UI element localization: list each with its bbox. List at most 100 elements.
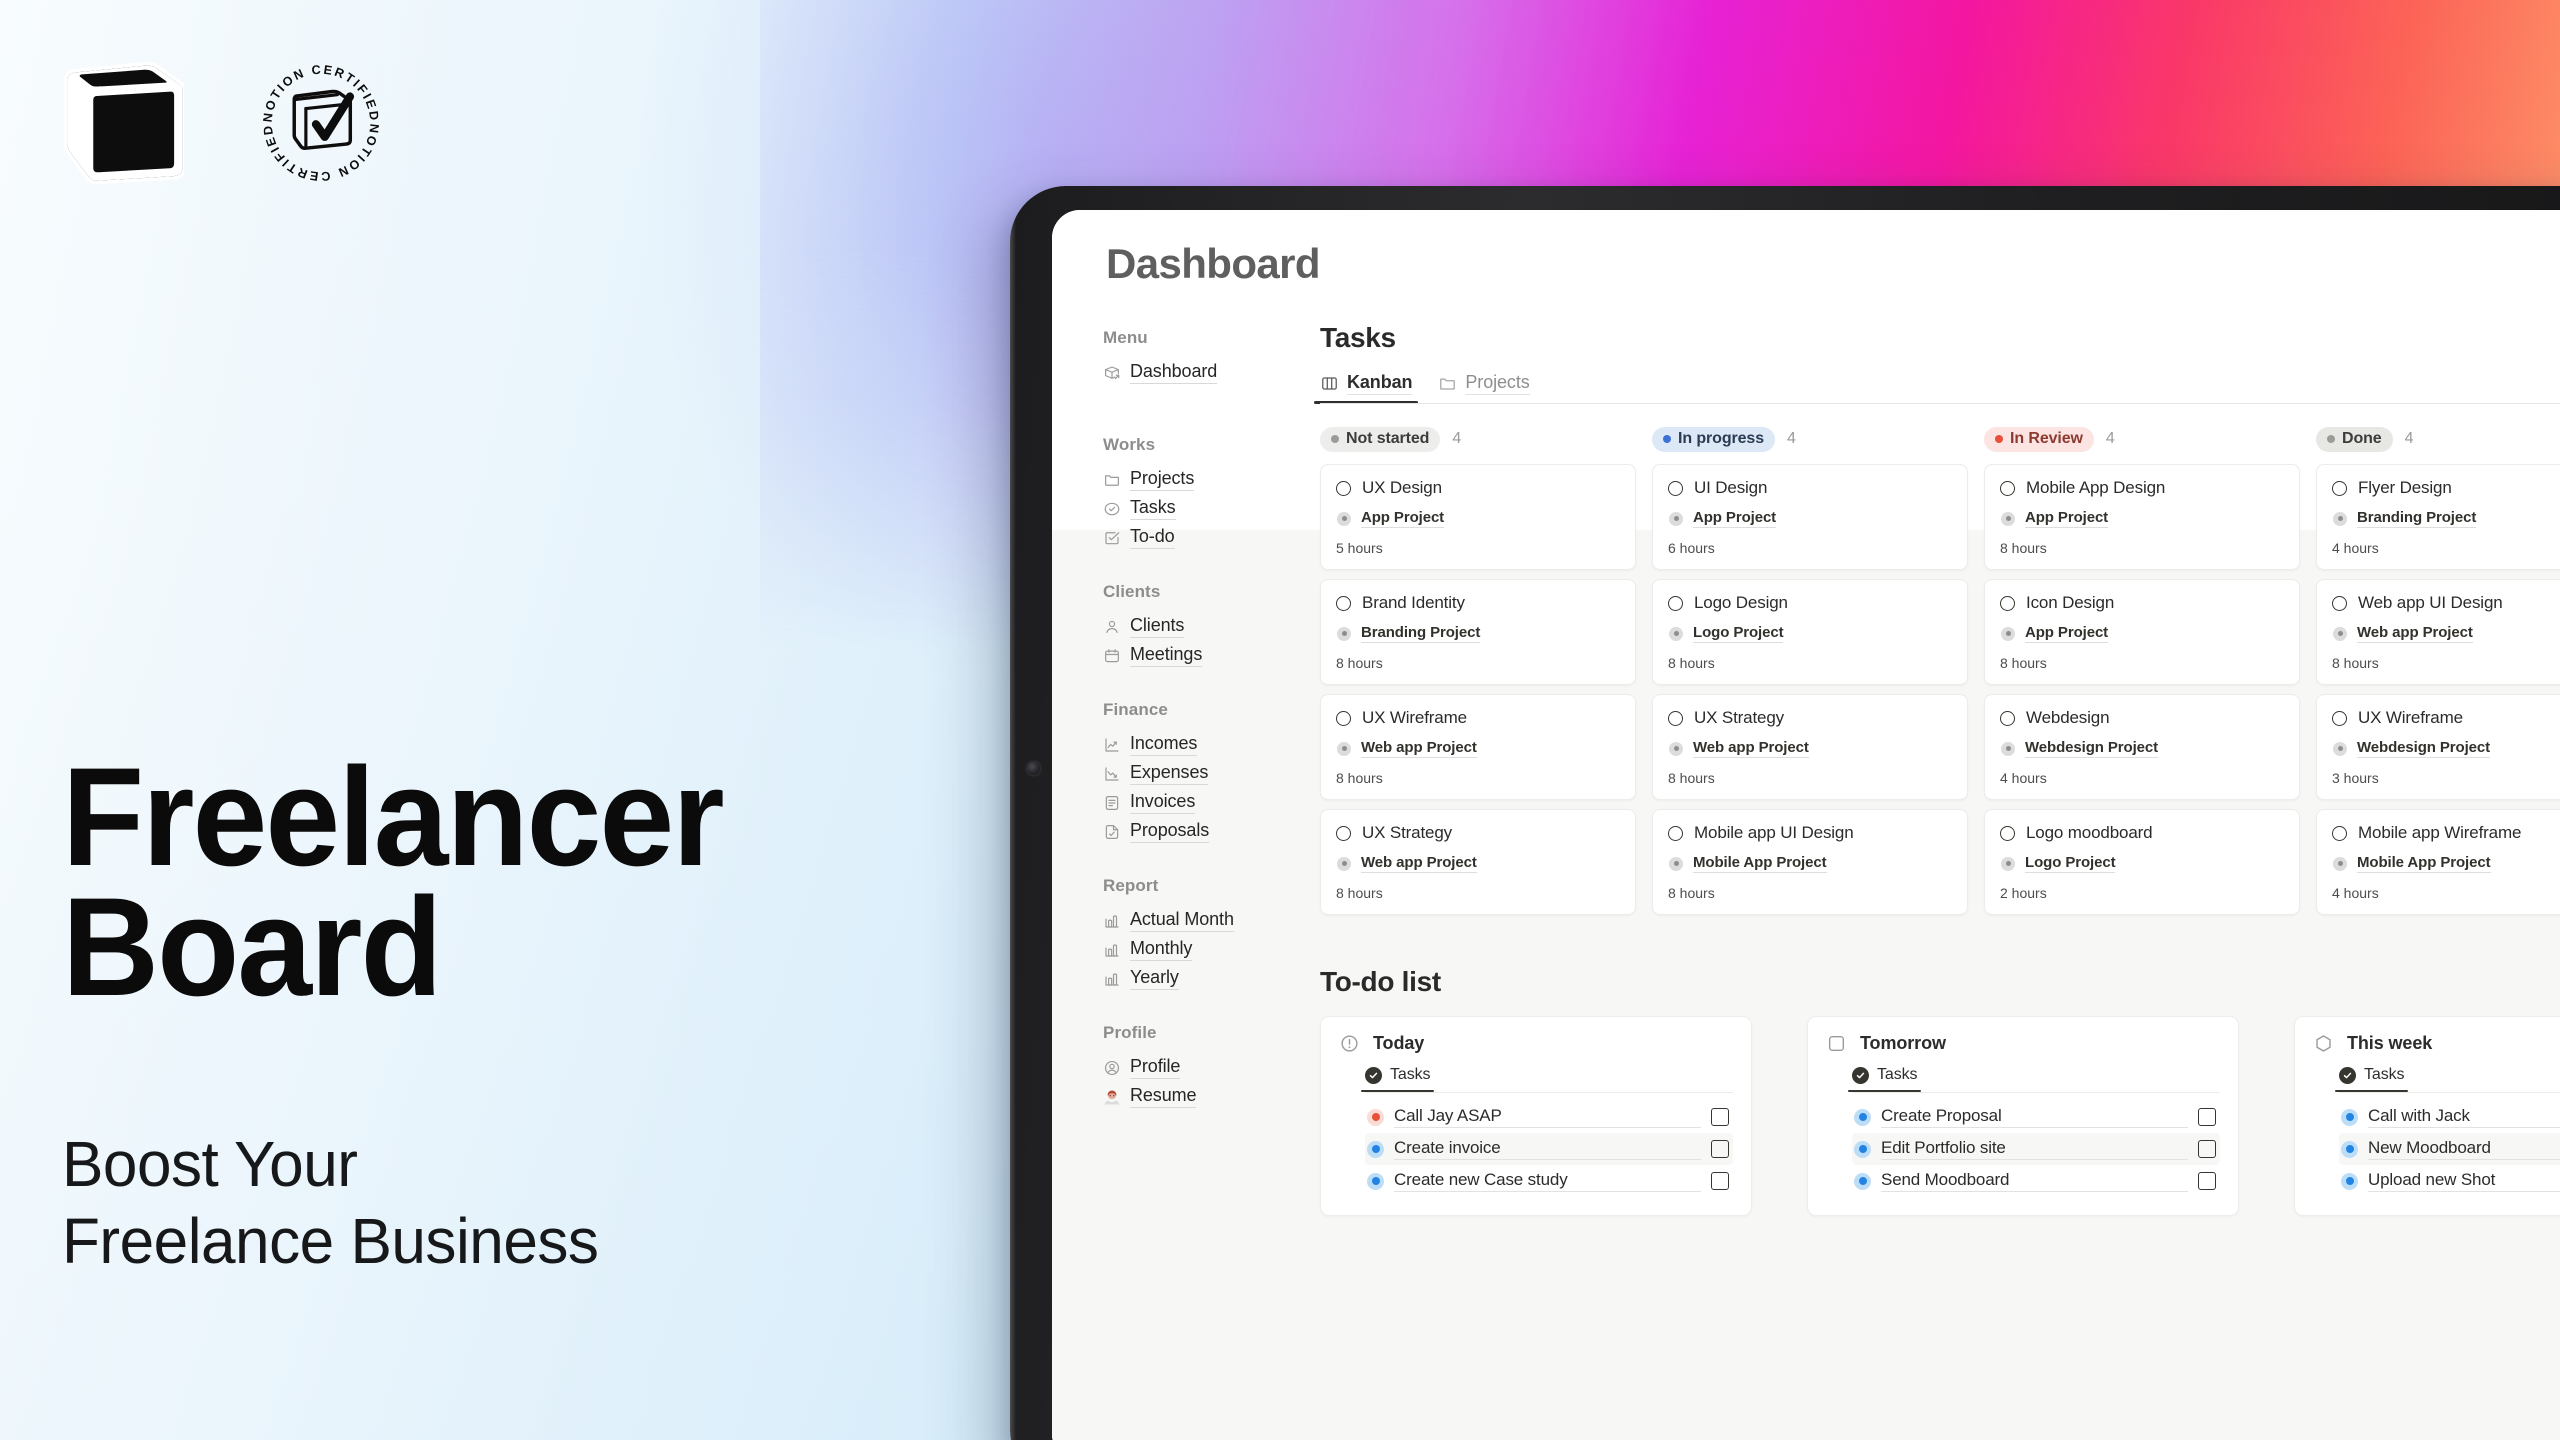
kanban-card-title: Flyer Design xyxy=(2358,478,2452,497)
task-status-circle-icon[interactable] xyxy=(2000,595,2015,611)
todo-item[interactable]: Upload new Shot xyxy=(2339,1165,2560,1197)
todo-item-checkbox[interactable] xyxy=(2198,1140,2216,1158)
kanban-card[interactable]: UI Design App Project 6 hours xyxy=(1652,464,1968,570)
kanban-card-project[interactable]: App Project xyxy=(2025,624,2108,643)
kanban-card[interactable]: UX Strategy Web app Project 8 hours xyxy=(1652,694,1968,800)
todo-item-checkbox[interactable] xyxy=(2198,1172,2216,1190)
sidebar-item-expenses[interactable]: Expenses xyxy=(1092,759,1300,788)
tab-kanban[interactable]: Kanban xyxy=(1313,372,1419,404)
sidebar-item-proposals[interactable]: Proposals xyxy=(1092,817,1300,846)
status-badge[interactable]: In progress xyxy=(1652,426,1776,452)
sidebar-item-actual-month[interactable]: Actual Month xyxy=(1092,906,1300,935)
sidebar-item-incomes[interactable]: Incomes xyxy=(1092,730,1300,759)
todo-item[interactable]: Edit Portfolio site xyxy=(1852,1133,2220,1165)
kanban-card-project[interactable]: Web app Project xyxy=(1361,854,1477,873)
sidebar-item-to-do[interactable]: To-do xyxy=(1092,523,1300,552)
task-status-circle-icon[interactable] xyxy=(2000,480,2015,496)
kanban-card-project[interactable]: App Project xyxy=(1693,509,1776,528)
kanban-card[interactable]: Logo moodboard Logo Project 2 hours xyxy=(1984,809,2300,915)
todo-item[interactable]: Create Proposal xyxy=(1852,1101,2220,1133)
sidebar-item-profile[interactable]: Profile xyxy=(1092,1053,1300,1082)
kanban-card[interactable]: Webdesign Webdesign Project 4 hours xyxy=(1984,694,2300,800)
kanban-card[interactable]: Web app UI Design Web app Project 8 hours xyxy=(2316,579,2560,685)
task-status-circle-icon[interactable] xyxy=(1336,710,1351,726)
project-dot-icon xyxy=(2333,511,2347,526)
kanban-card[interactable]: UX Strategy Web app Project 8 hours xyxy=(1320,809,1636,915)
kanban-card[interactable]: Mobile app UI Design Mobile App Project 8 … xyxy=(1652,809,1968,915)
task-status-circle-icon[interactable] xyxy=(2332,825,2347,841)
kanban-card-title: Logo moodboard xyxy=(2026,823,2153,842)
task-status-circle-icon[interactable] xyxy=(2000,825,2015,841)
todo-item[interactable]: Create invoice xyxy=(1365,1133,1733,1165)
tab-tasks[interactable]: Tasks xyxy=(1360,1066,1435,1092)
sidebar-group-clients: Clients Clients Meetings xyxy=(1092,582,1300,670)
tab-projects[interactable]: Projects xyxy=(1438,372,1530,404)
task-status-circle-icon[interactable] xyxy=(1668,710,1683,726)
todo-item[interactable]: Call with Jack xyxy=(2339,1101,2560,1133)
kanban-card-project[interactable]: Web app Project xyxy=(2357,624,2473,643)
kanban-card-hours: 8 hours xyxy=(1668,655,1715,671)
sidebar-item-clients[interactable]: Clients xyxy=(1092,612,1300,641)
kanban-card-project[interactable]: App Project xyxy=(1361,509,1444,528)
task-status-circle-icon[interactable] xyxy=(1336,825,1351,841)
kanban-card-project[interactable]: Web app Project xyxy=(1693,739,1809,758)
todo-item-checkbox[interactable] xyxy=(2198,1108,2216,1126)
task-status-circle-icon[interactable] xyxy=(1336,480,1351,496)
kanban-card[interactable]: Brand Identity Branding Project 8 hours xyxy=(1320,579,1636,685)
kanban-card-project[interactable]: Web app Project xyxy=(1361,739,1477,758)
sidebar-item-tasks[interactable]: Tasks xyxy=(1092,494,1300,523)
todo-item-checkbox[interactable] xyxy=(1711,1140,1729,1158)
sidebar-item-meetings[interactable]: Meetings xyxy=(1092,641,1300,670)
project-dot-icon xyxy=(1337,741,1351,756)
todo-item-label: Create invoice xyxy=(1394,1138,1701,1160)
task-status-circle-icon[interactable] xyxy=(2332,710,2347,726)
sidebar-item-resume[interactable]: Resume xyxy=(1092,1082,1300,1111)
kanban-card[interactable]: Logo Design Logo Project 8 hours xyxy=(1652,579,1968,685)
tab-tasks[interactable]: Tasks xyxy=(2334,1066,2409,1092)
sidebar-item-label: Proposals xyxy=(1130,820,1209,843)
todo-item[interactable]: Send Moodboard xyxy=(1852,1165,2220,1197)
task-status-circle-icon[interactable] xyxy=(1668,825,1683,841)
task-status-circle-icon[interactable] xyxy=(1668,595,1683,611)
task-status-circle-icon[interactable] xyxy=(2332,595,2347,611)
kanban-card-hours: 8 hours xyxy=(1336,885,1383,901)
todo-item[interactable]: Create new Case study xyxy=(1365,1165,1733,1197)
sidebar-item-projects[interactable]: Projects xyxy=(1092,465,1300,494)
tab-tasks[interactable]: Tasks xyxy=(1847,1066,1922,1092)
kanban-card-project-row: App Project xyxy=(1668,509,1952,528)
kanban-card[interactable]: Mobile App Design App Project 8 hours xyxy=(1984,464,2300,570)
sidebar-item-dashboard[interactable]: Dashboard xyxy=(1092,358,1300,387)
kanban-card[interactable]: Mobile app Wireframe Mobile App Project 4 … xyxy=(2316,809,2560,915)
task-status-circle-icon[interactable] xyxy=(2000,710,2015,726)
todo-item-checkbox[interactable] xyxy=(1711,1172,1729,1190)
sidebar-item-invoices[interactable]: Invoices xyxy=(1092,788,1300,817)
kanban-card-project[interactable]: Logo Project xyxy=(1693,624,1784,643)
kanban-card[interactable]: Icon Design App Project 8 hours xyxy=(1984,579,2300,685)
kanban-card-project[interactable]: Webdesign Project xyxy=(2357,739,2490,758)
sidebar-item-yearly[interactable]: Yearly xyxy=(1092,964,1300,993)
kanban-card[interactable]: UX Wireframe Web app Project 8 hours xyxy=(1320,694,1636,800)
kanban-card-project[interactable]: Logo Project xyxy=(2025,854,2116,873)
kanban-card[interactable]: UX Design App Project 5 hours xyxy=(1320,464,1636,570)
todo-item-checkbox[interactable] xyxy=(1711,1108,1729,1126)
task-status-circle-icon[interactable] xyxy=(1336,595,1351,611)
sidebar-item-monthly[interactable]: Monthly xyxy=(1092,935,1300,964)
kanban-card-project[interactable]: Mobile App Project xyxy=(1693,854,1827,873)
kanban-card-project[interactable]: Branding Project xyxy=(2357,509,2476,528)
status-badge[interactable]: Done xyxy=(2316,426,2393,452)
task-status-circle-icon[interactable] xyxy=(2332,480,2347,496)
priority-dot-icon xyxy=(1854,1172,1871,1190)
task-status-circle-icon[interactable] xyxy=(1668,480,1683,496)
kanban-card-project[interactable]: Mobile App Project xyxy=(2357,854,2491,873)
kanban-card[interactable]: Flyer Design Branding Project 4 hours xyxy=(2316,464,2560,570)
kanban-card-project[interactable]: App Project xyxy=(2025,509,2108,528)
todo-item[interactable]: New Moodboard xyxy=(2339,1133,2560,1165)
kanban-card-project[interactable]: Webdesign Project xyxy=(2025,739,2158,758)
kanban-card-project[interactable]: Branding Project xyxy=(1361,624,1480,643)
kanban-card-title-row: Brand Identity xyxy=(1336,593,1620,613)
kanban-column-header: In Review 4 xyxy=(1984,424,2300,454)
status-badge[interactable]: Not started xyxy=(1320,426,1441,452)
todo-item[interactable]: Call Jay ASAP xyxy=(1365,1101,1733,1133)
kanban-card[interactable]: UX Wireframe Webdesign Project 3 hours xyxy=(2316,694,2560,800)
status-badge[interactable]: In Review xyxy=(1984,426,2094,452)
